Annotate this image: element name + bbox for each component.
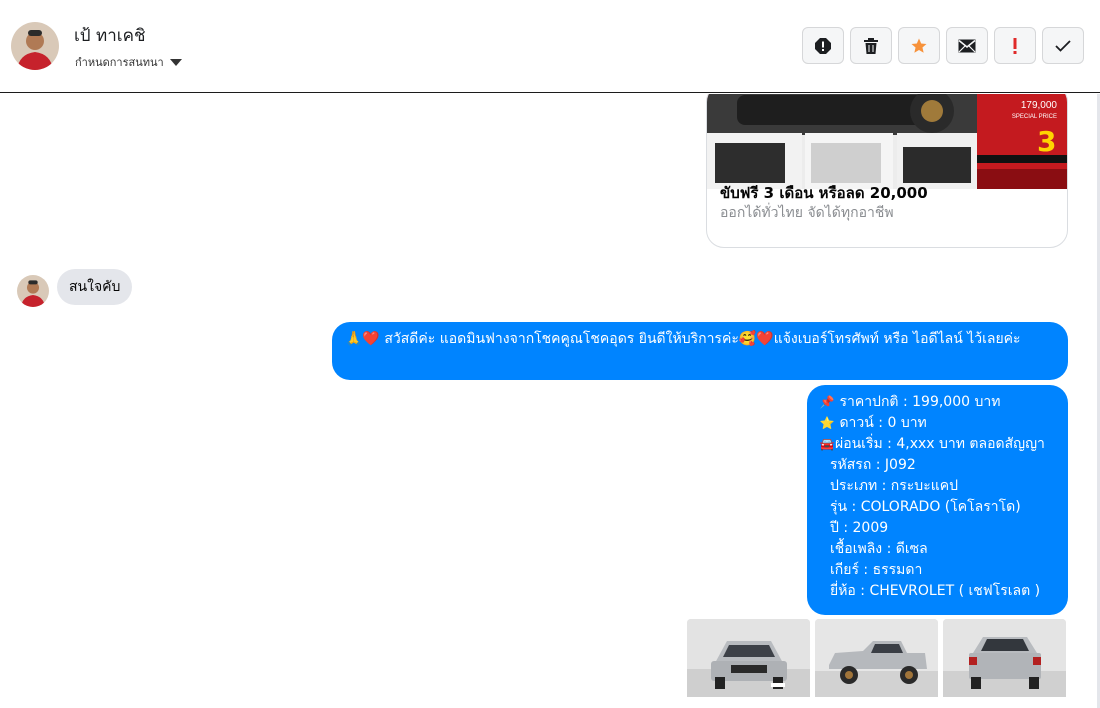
mark-unread-button[interactable] (946, 27, 988, 64)
conversation-settings-label: กำหนดการสนทนา (75, 56, 164, 69)
car-photo-rear[interactable] (943, 619, 1066, 697)
link-preview-promo-number: 3 (1037, 125, 1056, 158)
incoming-message[interactable]: สนใจคับ (57, 269, 133, 305)
car-model-line: รุ่น : COLORADO (โคโลราโด) (830, 499, 1021, 515)
outgoing-message-car-details[interactable]: 📌 ราคาปกติ : 199,000 บาท ⭐ ดาวน์ : 0 บาท… (807, 385, 1068, 615)
car-year-line: ปี : 2009 (830, 520, 889, 536)
car-gear-line: เกียร์ : ธรรมดา (830, 562, 923, 578)
mail-icon (958, 39, 976, 52)
header-actions (802, 27, 1084, 64)
link-preview-subtitle: ออกได้ทั่วไทย จัดได้ทุกอาชีพ (720, 205, 894, 221)
car-type-line: ประเภท : กระบะแคป (830, 478, 958, 494)
sender-avatar[interactable] (17, 275, 49, 307)
outgoing-photo-grid (687, 619, 1066, 697)
car-emoji-icon: 🚘 (819, 437, 835, 451)
car-code-line: รหัสรถ : J092 (830, 457, 916, 473)
car-photo-front[interactable] (687, 619, 810, 697)
conversation-settings-dropdown[interactable]: กำหนดการสนทนา (75, 53, 182, 71)
important-icon (1013, 37, 1017, 54)
contact-name[interactable]: เป้ ทาเคชิ (74, 22, 145, 49)
pushpin-icon: 📌 (819, 395, 835, 409)
star-button[interactable] (898, 27, 940, 64)
conversation-header: เป้ ทาเคชิ กำหนดการสนทนา (0, 0, 1100, 93)
link-preview-card[interactable]: 179,000 SPECIAL PRICE 3 ขับฟรี 3 เดือน ห… (706, 94, 1068, 248)
star-icon (911, 38, 927, 53)
report-spam-icon (815, 37, 831, 54)
link-preview-image: 179,000 SPECIAL PRICE 3 (707, 94, 1067, 189)
link-preview-special-price: SPECIAL PRICE (1012, 114, 1057, 120)
message-thread[interactable]: 179,000 SPECIAL PRICE 3 ขับฟรี 3 เดือน ห… (0, 94, 1100, 708)
mark-important-button[interactable] (994, 27, 1036, 64)
price-line: ราคาปกติ : 199,000 บาท (839, 394, 1001, 410)
link-preview-price: 179,000 (1021, 100, 1058, 111)
report-spam-button[interactable] (802, 27, 844, 64)
installment-line: ผ่อนเริ่ม : 4,xxx บาท ตลอดสัญญา (835, 436, 1045, 452)
caret-down-icon (169, 58, 182, 66)
delete-button[interactable] (850, 27, 892, 64)
contact-avatar[interactable] (11, 22, 59, 70)
trash-icon (864, 37, 878, 54)
car-fuel-line: เชื้อเพลิง : ดีเซล (830, 541, 928, 557)
car-photo-side[interactable] (815, 619, 938, 697)
car-brand-line: ยี่ห้อ : CHEVROLET ( เชฟโรเลต ) (830, 583, 1041, 599)
star-emoji-icon: ⭐ (819, 416, 835, 430)
done-check-icon (1055, 39, 1071, 52)
down-payment-line: ดาวน์ : 0 บาท (839, 415, 927, 431)
mark-done-button[interactable] (1042, 27, 1084, 64)
outgoing-message-greeting[interactable]: 🙏❤️ สวัสดีค่ะ แอดมินฟางจากโชคคูณโชคอุดร … (332, 322, 1068, 380)
